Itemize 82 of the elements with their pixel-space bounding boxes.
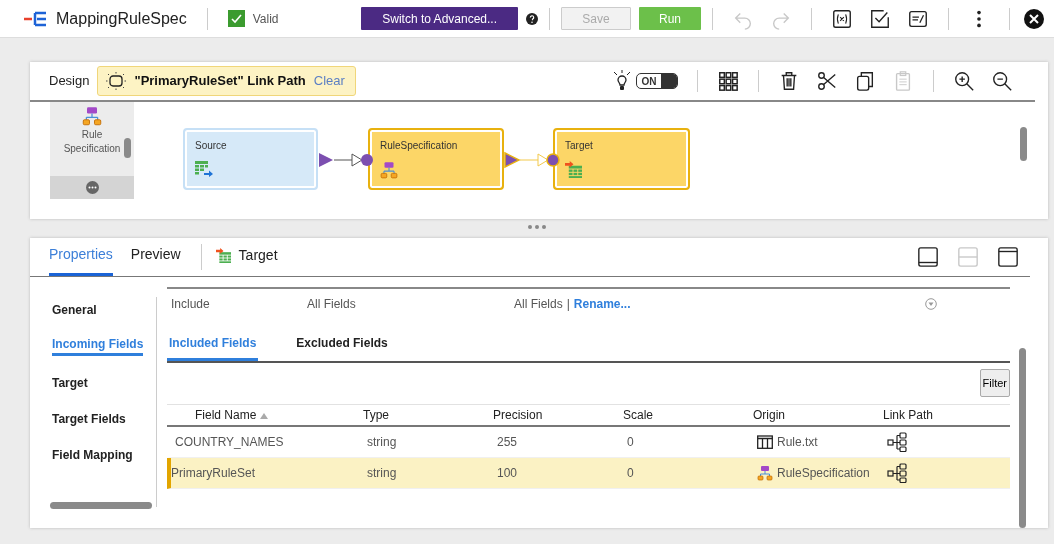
input-port-icon[interactable] [546,153,560,167]
table-cell-text: Rule.txt [777,434,818,451]
table-arrow-icon [195,161,213,177]
grid-icon[interactable] [717,70,739,92]
table-cell-text: Include [170,296,211,313]
lightbulb-icon[interactable] [614,70,630,92]
toggle-switch[interactable]: ON [636,73,678,89]
object-title: Target [238,245,278,265]
columns-icon [757,435,773,449]
link-path-icon[interactable] [887,432,907,452]
switch-to-advanced-button[interactable]: Switch to Advanced... [361,7,518,30]
nav-item[interactable]: Target [52,374,88,392]
table-cell-text: COUNTRY_NAMES [174,434,285,451]
arrow-table-icon [565,161,582,178]
panel-title: Design [49,72,90,91]
scrollbar[interactable] [50,502,152,509]
zoom-in-icon[interactable] [953,70,975,92]
highlight-icon [106,72,127,90]
column-header[interactable]: Field Name [167,406,359,424]
link-path-title: "PrimaryRuleSet" Link Path [134,72,306,91]
copy-icon[interactable] [854,70,876,92]
panel-tab[interactable]: Properties [49,244,113,276]
help-icon[interactable] [526,12,538,25]
column-header[interactable]: Origin [749,406,879,424]
transformation-node[interactable]: Source [183,128,318,190]
panel-top-icon[interactable] [997,246,1019,268]
table-cell-text: All Fields [514,296,563,313]
output-port-icon[interactable] [319,153,333,167]
table-cell-text: 0 [626,465,635,482]
table-cell-text: 100 [496,465,519,482]
more-icon[interactable] [85,181,99,194]
column-header[interactable]: Link Path [879,406,1010,424]
link-arrow [333,153,363,167]
rename-link[interactable]: Rename... [573,295,631,313]
node-label: Target [565,139,594,153]
clear-link[interactable]: Clear [313,71,345,91]
input-port-icon[interactable] [361,154,373,166]
column-header[interactable]: Type [359,406,489,424]
table-cell-text: 255 [496,434,519,451]
table-cell-text: string [366,434,398,451]
scrollbar[interactable] [1019,348,1026,528]
hierarchy-icon [380,161,398,179]
splitter-handle[interactable] [528,225,546,229]
node-label: RuleSpecification [380,139,459,153]
table-cell-text: PrimaryRuleSet [171,465,257,482]
formula-icon[interactable] [831,7,853,30]
sub-tab[interactable]: Included Fields [167,334,259,361]
nav-item[interactable]: Field Mapping [52,446,133,464]
table-cell-text: All Fields [307,296,357,313]
validation-status: Valid [252,10,279,28]
scrollbar[interactable] [124,138,131,158]
table-cell-text: RuleSpecification [777,465,870,482]
hierarchy-icon [82,106,102,126]
app-logo-icon [24,10,48,27]
node-label: Source [195,139,228,153]
sub-tab[interactable]: Excluded Fields [294,334,390,361]
checkmark-box-icon[interactable] [869,7,891,30]
scrollbar[interactable] [1020,127,1027,161]
panel-bottom-icon[interactable] [917,246,939,268]
column-header[interactable]: Precision [489,406,619,424]
table-row[interactable]: PrimaryRuleSet string 100 0 RuleSpecification [167,458,1010,489]
filter-button[interactable]: Filter [979,369,1010,397]
panel-tab[interactable]: Preview [130,244,181,276]
close-icon[interactable] [1024,8,1044,29]
zoom-out-icon[interactable] [991,70,1013,92]
link-path-icon[interactable] [887,463,907,483]
column-header[interactable]: Scale [619,406,749,424]
transformation-node[interactable]: RuleSpecification [368,128,504,190]
nav-item[interactable]: Incoming Fields [52,335,144,356]
table-cell-text: 0 [626,434,635,451]
separator: | [566,296,570,313]
palette-item[interactable]: Rule Specification [62,106,122,155]
transformation-node[interactable]: Target [553,128,690,190]
nav-item[interactable]: General [52,301,97,319]
arrow-table-icon [215,247,231,263]
scissors-icon[interactable] [816,70,838,92]
link-arrow [519,153,549,167]
nav-item[interactable]: Target Fields [52,410,126,428]
table-cell-text: string [366,465,398,482]
document-title: MappingRuleSpec [56,8,187,29]
hierarchy-icon [757,465,773,481]
dropdown-circle-icon[interactable] [925,298,937,310]
